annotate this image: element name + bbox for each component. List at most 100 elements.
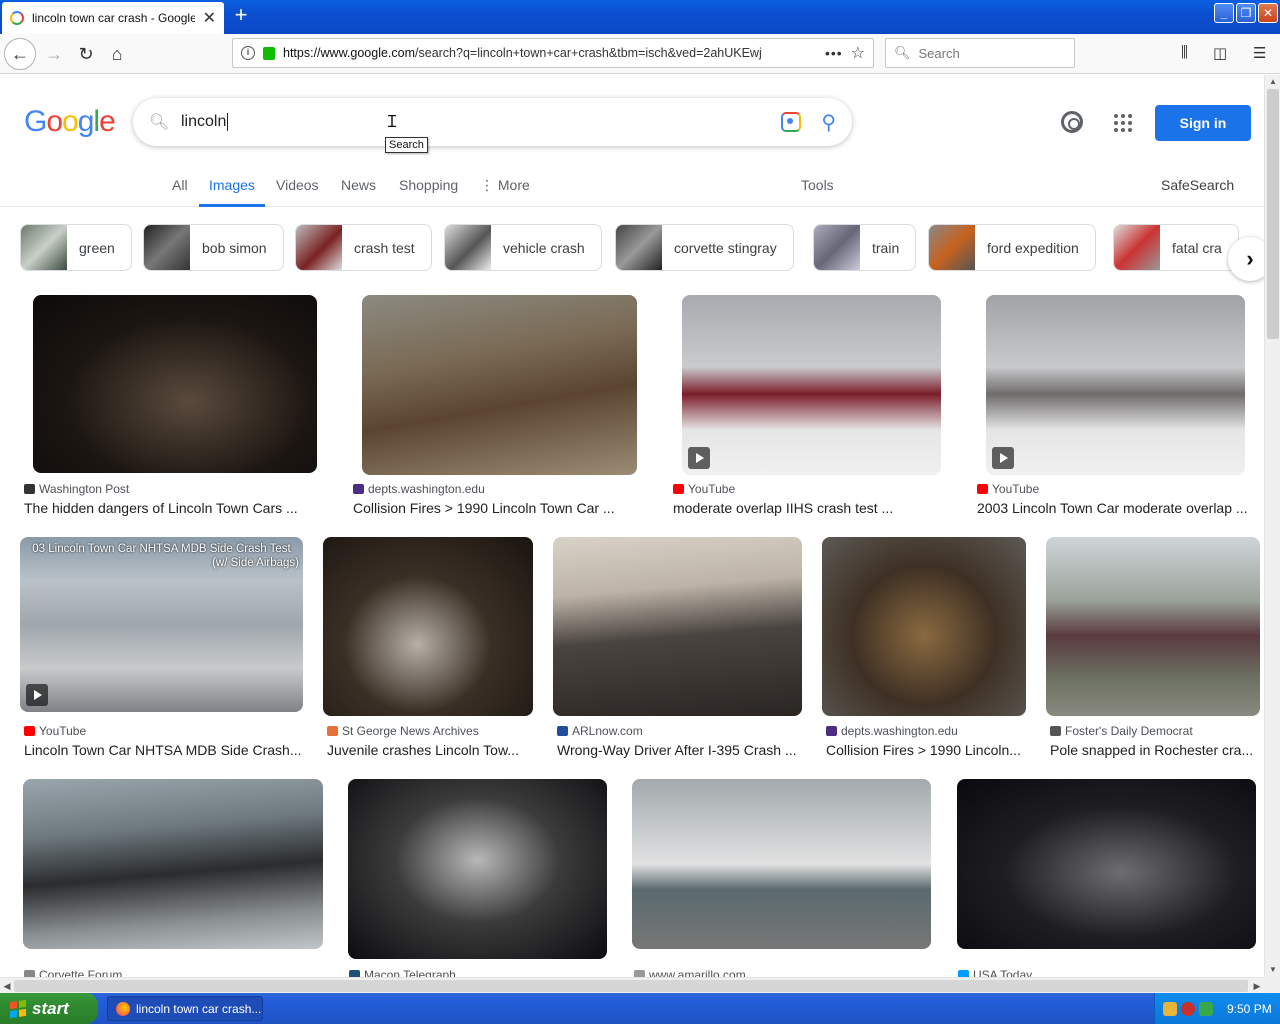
- home-icon[interactable]: ⌂: [101, 38, 133, 70]
- result-title[interactable]: 2003 Lincoln Town Car moderate overlap .…: [977, 500, 1257, 516]
- result-image[interactable]: [632, 779, 931, 949]
- result-title[interactable]: Pole snapped in Rochester cra...: [1050, 742, 1260, 758]
- page-actions-icon[interactable]: •••: [825, 45, 843, 61]
- info-icon[interactable]: i: [241, 46, 255, 60]
- image-result[interactable]: Macon Telegraph: [345, 779, 610, 977]
- sidebar-icon[interactable]: ◫: [1213, 44, 1227, 62]
- scroll-right-icon[interactable]: ▶: [1250, 978, 1264, 994]
- result-image[interactable]: [822, 537, 1026, 716]
- image-result[interactable]: 03 Lincoln Town Car NHTSA MDB Side Crash…: [20, 537, 305, 758]
- chip-green[interactable]: green: [20, 224, 132, 271]
- result-source[interactable]: YouTube: [977, 482, 1039, 496]
- result-image[interactable]: [23, 779, 323, 949]
- result-source[interactable]: Corvette Forum: [24, 968, 122, 977]
- close-tab-icon[interactable]: ✕: [203, 8, 216, 28]
- chip-crash-test[interactable]: crash test: [295, 224, 432, 271]
- tab-videos[interactable]: Videos: [276, 177, 319, 207]
- browser-tab[interactable]: lincoln town car crash - Google Search ✕: [2, 2, 224, 34]
- image-result[interactable]: USA Today: [954, 779, 1259, 977]
- image-result[interactable]: ARLnow.com Wrong-Way Driver After I-395 …: [553, 537, 804, 758]
- result-image[interactable]: [986, 295, 1245, 475]
- result-image[interactable]: [957, 779, 1256, 949]
- result-source[interactable]: depts.washington.edu: [353, 482, 485, 496]
- result-image[interactable]: [33, 295, 317, 473]
- result-source[interactable]: YouTube: [673, 482, 735, 496]
- image-result[interactable]: YouTube 2003 Lincoln Town Car moderate o…: [973, 295, 1260, 516]
- lock-icon[interactable]: [263, 46, 275, 60]
- tab-images[interactable]: Images: [199, 177, 265, 207]
- google-apps-icon[interactable]: [1114, 114, 1132, 132]
- result-image[interactable]: [348, 779, 607, 959]
- image-result[interactable]: www.amarillo.com: [630, 779, 933, 977]
- search-submit-icon[interactable]: ⚲: [821, 110, 836, 135]
- minimize-button[interactable]: _: [1214, 3, 1234, 23]
- result-title[interactable]: The hidden dangers of Lincoln Town Cars …: [24, 500, 324, 516]
- chips-next-button[interactable]: ›: [1228, 237, 1264, 281]
- result-source[interactable]: USA Today: [958, 968, 1032, 977]
- tab-news[interactable]: News: [341, 177, 376, 207]
- image-result[interactable]: Washington Post The hidden dangers of Li…: [20, 295, 329, 516]
- result-source[interactable]: ARLnow.com: [557, 724, 643, 738]
- result-source[interactable]: YouTube: [24, 724, 86, 738]
- result-title[interactable]: Lincoln Town Car NHTSA MDB Side Crash...: [24, 742, 304, 758]
- result-title[interactable]: Collision Fires > 1990 Lincoln...: [826, 742, 1026, 758]
- sign-in-button[interactable]: Sign in: [1155, 105, 1251, 141]
- image-result[interactable]: depts.washington.edu Collision Fires > 1…: [822, 537, 1028, 758]
- close-window-button[interactable]: ✕: [1258, 3, 1278, 23]
- settings-gear-icon[interactable]: [1061, 111, 1083, 133]
- chip-fatal-crash[interactable]: fatal cra: [1113, 224, 1239, 271]
- image-result[interactable]: depts.washington.edu Collision Fires > 1…: [349, 295, 649, 516]
- horizontal-scroll-thumb[interactable]: [14, 980, 1248, 992]
- image-result[interactable]: YouTube moderate overlap IIHS crash test…: [669, 295, 953, 516]
- vertical-scrollbar[interactable]: ▲ ▼: [1264, 75, 1280, 977]
- tray-security-icon[interactable]: [1181, 1001, 1195, 1016]
- google-logo[interactable]: Google: [24, 105, 116, 139]
- result-title[interactable]: Collision Fires > 1990 Lincoln Town Car …: [353, 500, 643, 516]
- result-image[interactable]: [1046, 537, 1260, 716]
- result-source[interactable]: depts.washington.edu: [826, 724, 958, 738]
- forward-button[interactable]: →: [38, 38, 70, 70]
- result-source[interactable]: Macon Telegraph: [349, 968, 456, 977]
- tab-more[interactable]: ⋮ More: [480, 177, 530, 207]
- image-result[interactable]: Foster's Daily Democrat Pole snapped in …: [1046, 537, 1262, 758]
- search-input[interactable]: lincoln: [181, 112, 781, 131]
- chip-train[interactable]: train: [813, 224, 917, 271]
- result-source[interactable]: St George News Archives: [327, 724, 479, 738]
- new-tab-button[interactable]: +: [228, 4, 254, 28]
- horizontal-scrollbar[interactable]: ◀ ▶: [0, 977, 1264, 993]
- scroll-up-icon[interactable]: ▲: [1266, 75, 1280, 89]
- result-source[interactable]: Foster's Daily Democrat: [1050, 724, 1193, 738]
- image-result[interactable]: Corvette Forum: [20, 779, 326, 977]
- tray-network-icon[interactable]: [1163, 1001, 1177, 1016]
- maximize-button[interactable]: ❐: [1236, 3, 1256, 23]
- result-title[interactable]: Wrong-Way Driver After I-395 Crash ...: [557, 742, 802, 758]
- google-search-box[interactable]: 🔍︎ lincoln ⚲: [133, 98, 852, 146]
- start-button[interactable]: start: [0, 993, 98, 1024]
- tools-button[interactable]: Tools: [801, 177, 834, 207]
- result-source[interactable]: www.amarillo.com: [634, 968, 746, 977]
- bookmark-star-icon[interactable]: ☆: [851, 43, 865, 63]
- result-title[interactable]: Juvenile crashes Lincoln Tow...: [327, 742, 532, 758]
- chip-vehicle-crash[interactable]: vehicle crash: [444, 224, 602, 271]
- result-image[interactable]: [323, 537, 533, 716]
- taskbar-firefox-item[interactable]: lincoln town car crash...: [107, 996, 263, 1021]
- chip-corvette-stingray[interactable]: corvette stingray: [615, 224, 794, 271]
- tray-update-icon[interactable]: [1199, 1001, 1213, 1016]
- result-source[interactable]: Washington Post: [24, 482, 129, 496]
- url-text[interactable]: https://www.google.com/search?q=lincoln+…: [283, 46, 817, 60]
- safesearch-button[interactable]: SafeSearch: [1161, 177, 1234, 207]
- vertical-scroll-thumb[interactable]: [1267, 89, 1279, 339]
- chip-bob-simon[interactable]: bob simon: [143, 224, 284, 271]
- back-button[interactable]: ←: [4, 38, 36, 70]
- tab-all[interactable]: All: [172, 177, 188, 207]
- reload-button[interactable]: ↻: [70, 38, 102, 70]
- result-image[interactable]: [362, 295, 637, 475]
- scroll-down-icon[interactable]: ▼: [1266, 963, 1280, 977]
- browser-search-box[interactable]: 🔍︎ Search: [885, 38, 1075, 68]
- tab-shopping[interactable]: Shopping: [399, 177, 458, 207]
- menu-icon[interactable]: ☰: [1253, 44, 1266, 62]
- result-image[interactable]: [682, 295, 941, 475]
- image-result[interactable]: St George News Archives Juvenile crashes…: [323, 537, 535, 758]
- google-lens-icon[interactable]: [781, 112, 802, 132]
- result-title[interactable]: moderate overlap IIHS crash test ...: [673, 500, 948, 516]
